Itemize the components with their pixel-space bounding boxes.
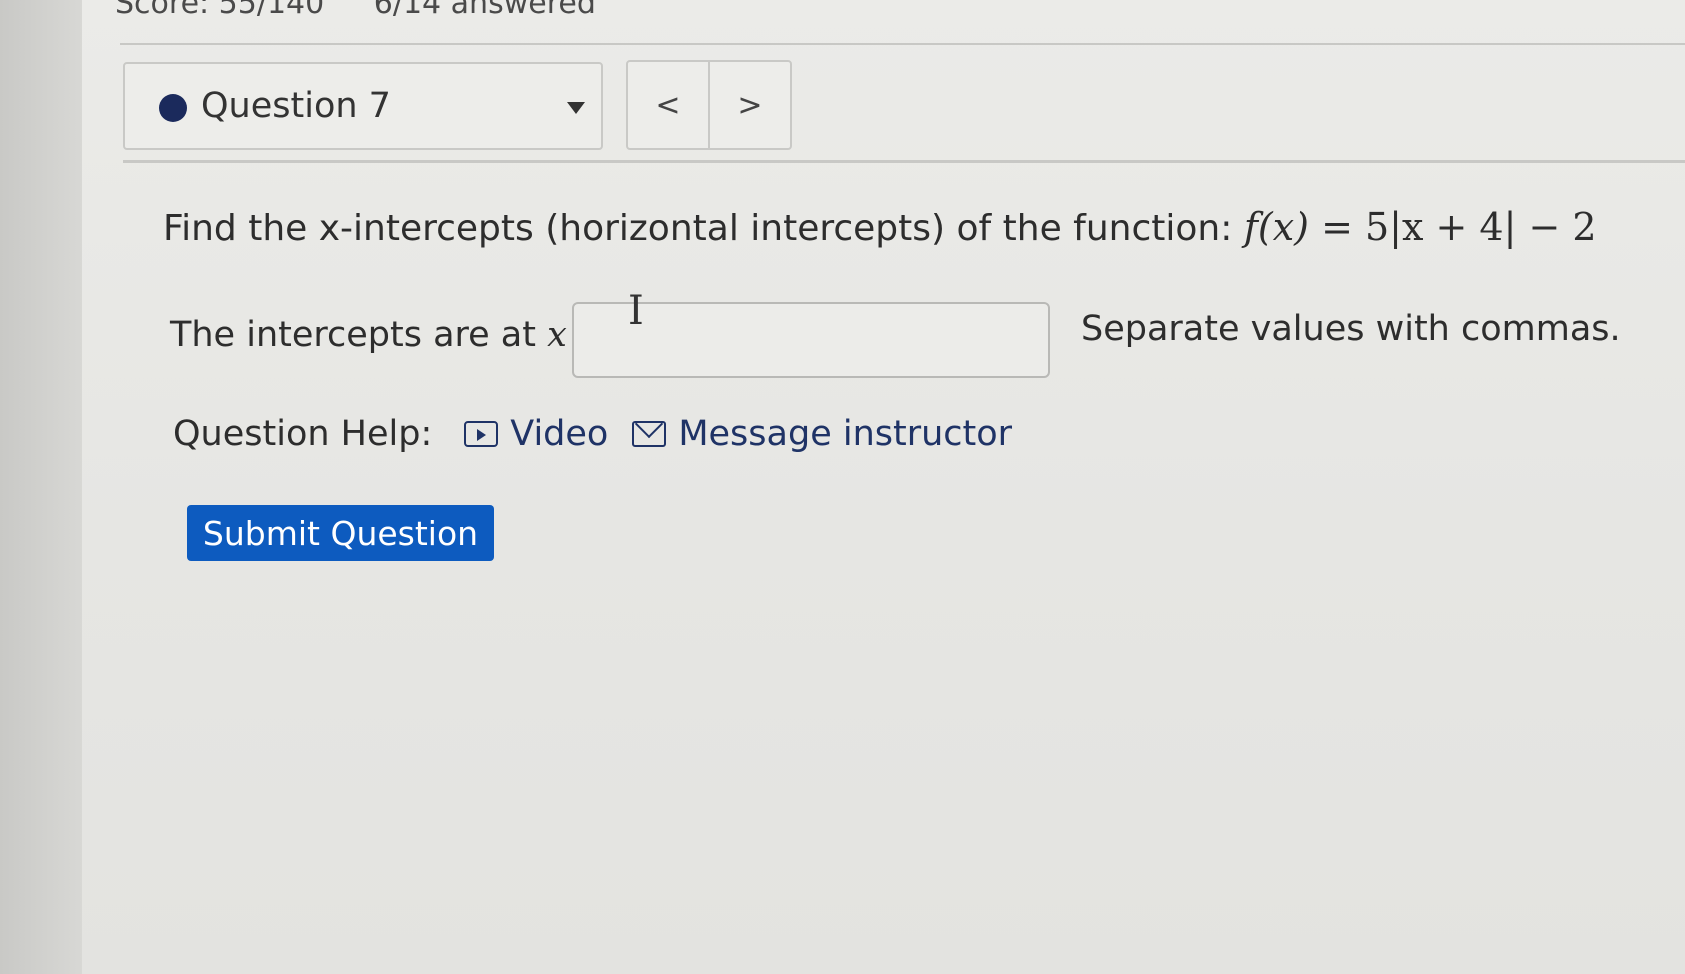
question-nav: < > <box>626 60 792 150</box>
question-select-label: Question 7 <box>201 86 391 126</box>
function-rhs: = 5|x + 4| − 2 <box>1321 205 1597 249</box>
mail-icon <box>632 421 667 447</box>
prompt-text: Find the x-intercepts (horizontal interc… <box>163 208 1233 249</box>
function-expression: f(x) = 5|x + 4| − 2 <box>1244 205 1597 249</box>
message-link-label: Message instructor <box>678 414 1013 454</box>
score-bar: Score: 55/140 6/14 answered <box>115 0 636 21</box>
video-icon <box>464 421 499 447</box>
next-question-button[interactable]: > <box>708 62 790 148</box>
submit-question-button[interactable]: Submit Question <box>187 505 494 561</box>
score-text: Score: 55/140 <box>115 0 325 21</box>
question-help: Question Help: Video Message instructor <box>173 414 1036 454</box>
question-select[interactable]: Question 7 <box>123 62 603 150</box>
answer-label: The intercepts are at x = <box>170 315 607 355</box>
message-instructor-link[interactable]: Message instructor <box>632 414 1012 454</box>
text-cursor-icon: I <box>628 288 644 334</box>
function-lhs: f(x) <box>1243 205 1309 249</box>
video-link-label: Video <box>510 414 609 454</box>
status-dot-icon <box>159 94 187 122</box>
question-prompt: Find the x-intercepts (horizontal interc… <box>163 205 1597 249</box>
chevron-left-icon: < <box>655 87 681 123</box>
video-link[interactable]: Video <box>464 414 608 454</box>
chevron-right-icon: > <box>737 87 763 123</box>
answer-variable: x <box>547 315 567 355</box>
previous-question-button[interactable]: < <box>628 62 708 148</box>
divider <box>123 160 1685 163</box>
answered-count: 6/14 answered <box>373 0 596 21</box>
caret-down-icon <box>567 102 585 114</box>
answer-hint: Separate values with commas. <box>1081 309 1621 349</box>
answer-lead-text: The intercepts are at <box>170 315 536 355</box>
help-label: Question Help: <box>173 414 433 454</box>
divider <box>120 43 1685 45</box>
